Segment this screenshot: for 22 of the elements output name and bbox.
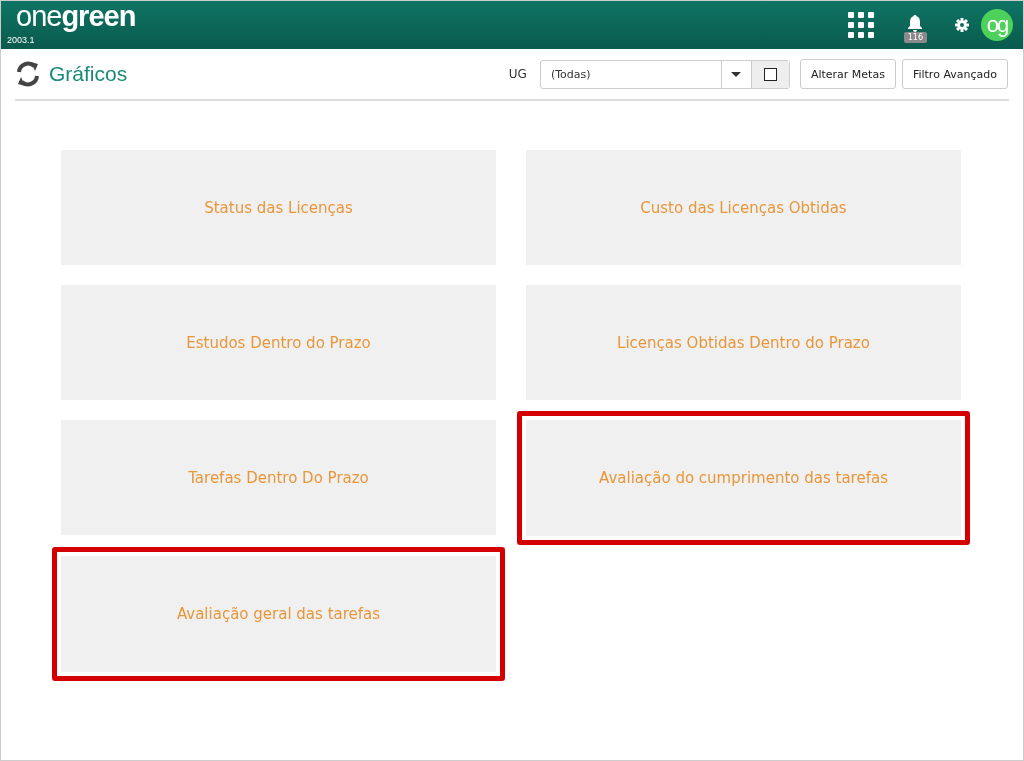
apps-grid-icon[interactable] — [847, 12, 874, 38]
toolbar-button[interactable]: Filtro Avançado — [901, 59, 1008, 89]
refresh-icon[interactable] — [14, 60, 42, 88]
filter-label: UG — [508, 67, 527, 81]
logo: onegreen — [16, 1, 136, 31]
chart-card[interactable]: Tarefas Dentro Do Prazo — [61, 420, 496, 535]
caret-icon[interactable] — [731, 71, 742, 77]
chart-card[interactable]: Licenças Obtidas Dentro do Prazo — [526, 285, 961, 400]
toolbar-button[interactable]: Alterar Metas — [799, 59, 896, 89]
chart-card[interactable]: Avaliação geral das tarefas — [52, 547, 505, 681]
chart-card[interactable]: Status das Licenças — [61, 150, 496, 265]
notification-count-badge: 116 — [903, 32, 927, 43]
version-label: 2003.1 — [7, 35, 36, 45]
bell-icon[interactable] — [907, 15, 924, 32]
chart-card[interactable]: Custo das Licenças Obtidas — [526, 150, 961, 265]
ug-select[interactable]: (Todas) — [539, 59, 790, 89]
user-avatar[interactable]: og — [981, 9, 1013, 41]
chart-card[interactable]: Avaliação do cumprimento das tarefas — [517, 411, 970, 545]
checkbox[interactable] — [763, 67, 777, 81]
chart-card[interactable]: Estudos Dentro do Prazo — [61, 285, 496, 400]
page-title: Gráficos — [49, 62, 128, 86]
settings-icon[interactable] — [955, 18, 969, 32]
